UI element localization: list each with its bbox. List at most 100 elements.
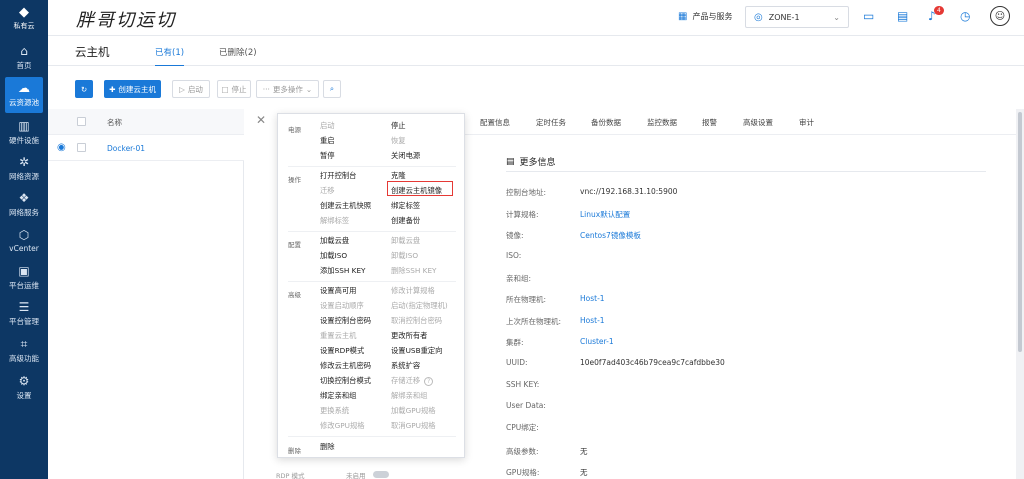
sidebar-item-network-service[interactable]: ❖ 网络服务 bbox=[0, 187, 48, 223]
scrollbar-thumb[interactable] bbox=[1018, 112, 1022, 352]
sidebar-item-settings[interactable]: ⚙ 设置 bbox=[0, 370, 48, 406]
menu-item-load-gpu[interactable]: 加载GPU规格 bbox=[391, 406, 436, 416]
menu-item-pause[interactable]: 暂停 bbox=[320, 151, 335, 161]
home-icon: ⌂ bbox=[20, 44, 28, 58]
create-vm-button[interactable]: ✚ 创建云主机 bbox=[104, 80, 161, 98]
sidebar-item-advanced[interactable]: ⌗ 高级功能 bbox=[0, 333, 48, 369]
tab-advanced-settings[interactable]: 高级设置 bbox=[743, 117, 773, 128]
menu-item-add-ssh-key[interactable]: 添加SSH KEY bbox=[320, 266, 366, 276]
tab-monitoring[interactable]: 监控数据 bbox=[647, 117, 677, 128]
sidebar-item-network-resource[interactable]: ✲ 网络资源 bbox=[0, 151, 48, 187]
menu-separator bbox=[288, 231, 456, 232]
document-icon[interactable]: ▤ bbox=[897, 9, 908, 23]
field-value-link[interactable]: Centos7镜像模板 bbox=[580, 230, 641, 241]
menu-item-unbind-affinity[interactable]: 解绑亲和组 bbox=[391, 391, 427, 401]
menu-item-expand-system[interactable]: 系统扩容 bbox=[391, 361, 420, 371]
menu-item-start[interactable]: 启动 bbox=[320, 121, 335, 131]
field-key: 镜像: bbox=[506, 231, 524, 240]
rdp-toggle[interactable] bbox=[373, 471, 389, 478]
help-icon[interactable]: ? bbox=[424, 377, 434, 386]
menu-item-set-rdp[interactable]: 设置RDP模式 bbox=[320, 346, 364, 356]
menu-item-modify-gpu[interactable]: 修改GPU规格 bbox=[320, 421, 365, 431]
stop-button[interactable]: □ 停止 bbox=[217, 80, 251, 98]
menu-item-set-usb-redirect[interactable]: 设置USB重定向 bbox=[391, 346, 442, 356]
menu-item-set-boot-order[interactable]: 设置启动顺序 bbox=[320, 301, 364, 311]
menu-item-unbind-tag[interactable]: 解绑标签 bbox=[320, 216, 349, 226]
sidebar-item-platform-mgmt[interactable]: ☰ 平台管理 bbox=[0, 296, 48, 332]
menu-item-open-console[interactable]: 打开控制台 bbox=[320, 171, 356, 181]
sidebar-item-vcenter[interactable]: ⬡ vCenter bbox=[0, 223, 48, 259]
menu-item-change-system[interactable]: 更换系统 bbox=[320, 406, 349, 416]
menu-item-bind-affinity[interactable]: 绑定亲和组 bbox=[320, 391, 356, 401]
more-actions-button[interactable]: ··· 更多操作 ⌄ bbox=[256, 80, 319, 98]
sidebar: ◆ 私有云 ⌂ 首页 ☁ 云资源池 ▥ 硬件设施 ✲ 网络资源 ❖ 网络服务 ⬡… bbox=[0, 0, 48, 479]
tab-audit[interactable]: 审计 bbox=[799, 117, 814, 128]
menu-item-attach-volume[interactable]: 加载云盘 bbox=[320, 236, 349, 246]
play-icon: ▷ bbox=[179, 84, 185, 94]
menu-item-cancel-gpu[interactable]: 取消GPU规格 bbox=[391, 421, 436, 431]
zone-select[interactable]: ◎ ZONE-1 ⌄ bbox=[745, 6, 849, 28]
menu-item-change-owner[interactable]: 更改所有者 bbox=[391, 331, 427, 341]
cube-icon: ⬡ bbox=[18, 228, 30, 242]
menu-item-modify-vm-password[interactable]: 修改云主机密码 bbox=[320, 361, 371, 371]
close-icon[interactable]: ✕ bbox=[256, 113, 266, 127]
field-key: 计算规格: bbox=[506, 210, 539, 219]
zone-value: ZONE-1 bbox=[768, 12, 800, 22]
menu-item-set-ha[interactable]: 设置高可用 bbox=[320, 286, 356, 296]
user-avatar-icon[interactable]: ☺ bbox=[990, 6, 1010, 26]
sidebar-item-home[interactable]: ⌂ 首页 bbox=[0, 40, 48, 76]
menu-item-storage-migrate[interactable]: 存储迁移? bbox=[391, 376, 434, 386]
vm-name-link[interactable]: Docker-01 bbox=[107, 144, 145, 153]
menu-item-boot-on-host[interactable]: 启动(指定物理机) bbox=[391, 301, 448, 311]
search-button[interactable]: ⌕ bbox=[323, 80, 341, 98]
menu-item-migrate[interactable]: 迁移 bbox=[320, 186, 335, 196]
menu-item-switch-console-mode[interactable]: 切换控制台模式 bbox=[320, 376, 371, 386]
menu-item-power-off[interactable]: 关闭电源 bbox=[391, 151, 420, 161]
field-value-link[interactable]: Cluster-1 bbox=[580, 337, 614, 346]
select-all-checkbox[interactable] bbox=[77, 117, 86, 126]
tab-scheduled-tasks[interactable]: 定时任务 bbox=[536, 117, 566, 128]
menu-item-create-snapshot[interactable]: 创建云主机快照 bbox=[320, 201, 371, 211]
menu-item-delete-ssh-key[interactable]: 删除SSH KEY bbox=[391, 266, 437, 276]
sidebar-item-hardware[interactable]: ▥ 硬件设施 bbox=[0, 115, 48, 151]
menu-item-reboot[interactable]: 重启 bbox=[320, 136, 335, 146]
tabs-divider bbox=[464, 134, 1016, 135]
field-value-link[interactable]: Linux默认配置 bbox=[580, 209, 630, 220]
start-label: 启动 bbox=[187, 84, 203, 94]
monitor-icon[interactable]: ▭ bbox=[863, 9, 874, 23]
history-icon[interactable]: ◷ bbox=[960, 9, 970, 23]
tab-config-info[interactable]: 配置信息 bbox=[480, 117, 510, 128]
menu-item-reset-vm[interactable]: 重置云主机 bbox=[320, 331, 356, 341]
refresh-button[interactable]: ↻ bbox=[75, 80, 93, 98]
rdp-status-label: 未启用 bbox=[346, 472, 366, 479]
sidebar-item-platform-ops[interactable]: ▣ 平台运维 bbox=[0, 260, 48, 296]
tab-backup-data[interactable]: 备份数据 bbox=[591, 117, 621, 128]
tab-existing[interactable]: 已有(1) bbox=[155, 46, 185, 67]
menu-item-bind-tag[interactable]: 绑定标签 bbox=[391, 201, 420, 211]
menu-item-detach-volume[interactable]: 卸载云盘 bbox=[391, 236, 420, 246]
menu-item-resume[interactable]: 恢复 bbox=[391, 136, 406, 146]
menu-item-cancel-console-password[interactable]: 取消控制台密码 bbox=[391, 316, 442, 326]
eye-icon[interactable]: ◉ bbox=[57, 142, 66, 153]
search-icon: ⌕ bbox=[329, 84, 335, 93]
sidebar-item-cloud-pool[interactable]: ☁ 云资源池 bbox=[5, 77, 43, 113]
products-and-services-button[interactable]: ▦ 产品与服务 bbox=[678, 11, 732, 22]
tab-alarm[interactable]: 报警 bbox=[702, 117, 717, 128]
menu-item-attach-iso[interactable]: 加载ISO bbox=[320, 251, 347, 261]
field-value-link[interactable]: Host-1 bbox=[580, 316, 605, 325]
menu-item-stop[interactable]: 停止 bbox=[391, 121, 406, 131]
list-header: 名称 bbox=[48, 109, 244, 135]
menu-item-detach-iso[interactable]: 卸载ISO bbox=[391, 251, 418, 261]
table-row[interactable]: ◉ Docker-01 bbox=[48, 135, 244, 161]
menu-item-modify-spec[interactable]: 修改计算规格 bbox=[391, 286, 435, 296]
menu-item-clone[interactable]: 克隆 bbox=[391, 171, 406, 181]
menu-item-set-console-password[interactable]: 设置控制台密码 bbox=[320, 316, 371, 326]
sidebar-logo[interactable]: ◆ 私有云 bbox=[0, 0, 48, 36]
tab-deleted[interactable]: 已删除(2) bbox=[219, 46, 257, 58]
field-value-link[interactable]: Host-1 bbox=[580, 294, 605, 303]
start-button[interactable]: ▷ 启动 bbox=[172, 80, 210, 98]
menu-item-create-backup[interactable]: 创建备份 bbox=[391, 216, 420, 226]
row-checkbox[interactable] bbox=[77, 143, 86, 152]
sidebar-item-label: 设置 bbox=[16, 391, 32, 400]
menu-item-delete[interactable]: 删除 bbox=[320, 442, 335, 452]
